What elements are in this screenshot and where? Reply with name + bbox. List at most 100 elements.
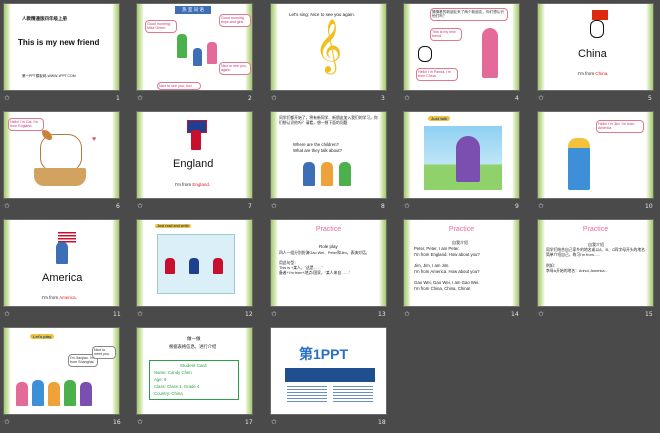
speech-bubble: Nice to see you, again. xyxy=(219,62,251,75)
kid-illustration xyxy=(80,382,92,406)
girl-illustration xyxy=(207,42,217,64)
slide-thumbnail-16[interactable]: Let's play I'm Jiaojiao. I'm from Shangh… xyxy=(3,327,120,415)
boy-illustration xyxy=(193,48,202,66)
slide-number: 8 xyxy=(381,203,385,210)
speech-bubble: This is my new friend. xyxy=(430,28,462,41)
slide-thumbnail-11[interactable]: America I'm from America. xyxy=(3,219,120,307)
vine-decoration xyxy=(245,220,252,306)
slide-number: 18 xyxy=(378,419,386,426)
slide-thumbnail-15[interactable]: Practice 自我介绍 同学们结合自己家乡的地名或以A、B、C四字母开头的地… xyxy=(537,219,654,307)
hair-illustration xyxy=(568,138,590,148)
slide-number: 1 xyxy=(116,95,120,102)
from-prefix: I'm from xyxy=(175,182,193,187)
slide-thumbnail-9[interactable]: Just talk xyxy=(403,111,520,199)
slide-thumbnail-18[interactable]: 第1PPT xyxy=(270,327,387,415)
from-place: America xyxy=(59,295,76,300)
speech-bubble: 猜猜看的新朋友来了两个新朋友，你们想认识他们吗？ xyxy=(430,8,508,21)
slide-intro: 同学们都开始了，将有新同学、新朋友加入我们的学习，你们想认识他吗？请看，想一想下… xyxy=(279,116,378,125)
question: What are they talk about? xyxy=(293,148,342,153)
star-icon[interactable]: ✩ xyxy=(4,418,10,426)
slide-thumbnail-12[interactable]: Just read and write xyxy=(136,219,253,307)
from-place: England xyxy=(192,182,209,187)
flag-icon xyxy=(592,10,608,20)
slide-thumbnail-13[interactable]: Practice Role play 四人一组分别扮演Gao Wei、Peter… xyxy=(270,219,387,307)
music-note-icon: 𝄞 xyxy=(315,19,343,71)
speech-bubble: Nice to see you, too! xyxy=(157,82,201,90)
from-line: I'm from England. xyxy=(175,182,210,188)
cat-illustration xyxy=(40,134,82,172)
star-icon[interactable]: ✩ xyxy=(404,202,410,210)
slide-title: This is my new friend xyxy=(18,38,100,47)
slide-thumbnail-6[interactable]: Hello! I'm Cat. I'm from England. ♥ xyxy=(3,111,120,199)
soldier-illustration xyxy=(191,130,201,150)
kid-illustration xyxy=(32,380,44,406)
boy-illustration xyxy=(321,162,333,186)
vine-decoration xyxy=(512,4,519,90)
speech-bubble: Good morning, Miss Green. xyxy=(145,20,177,33)
star-icon[interactable]: ✩ xyxy=(137,418,143,426)
vine-decoration xyxy=(646,4,653,90)
slide-number: 9 xyxy=(515,203,519,210)
star-icon[interactable]: ✩ xyxy=(404,310,410,318)
star-icon[interactable]: ✩ xyxy=(271,94,277,102)
star-icon[interactable]: ✩ xyxy=(538,202,544,210)
vine-decoration xyxy=(271,112,278,198)
slide-number: 17 xyxy=(245,419,253,426)
slide-thumbnail-3[interactable]: Let's sing: Nice to see you again. 𝄞 xyxy=(270,3,387,91)
practice-heading: Practice xyxy=(315,226,342,233)
star-icon[interactable]: ✩ xyxy=(404,94,410,102)
kid-illustration xyxy=(189,258,199,274)
vine-decoration xyxy=(137,220,144,306)
vine-decoration xyxy=(379,112,386,198)
slide-thumbnail-5[interactable]: China I'm from China. xyxy=(537,3,654,91)
practice-heading: Practice xyxy=(448,226,475,233)
slide-number: 10 xyxy=(645,203,653,210)
vine-decoration xyxy=(512,112,519,198)
speech-bubble: Hello! I'm Jim. I'm from America. xyxy=(596,120,644,133)
vine-decoration xyxy=(112,220,119,306)
kid-illustration xyxy=(213,258,223,274)
star-icon[interactable]: ✩ xyxy=(538,310,544,318)
slide-thumbnail-17[interactable]: 做一做 根据表格信息，进行介绍 Student Card Name: Candy… xyxy=(136,327,253,415)
slide-footer: 第一PPT模板网-WWW.1PPT.COM xyxy=(22,74,76,78)
star-icon[interactable]: ✩ xyxy=(4,202,10,210)
slide-thumbnail-14[interactable]: Practice 自我介绍 Peter, Peter, I am Peter. … xyxy=(403,219,520,307)
boy-illustration xyxy=(56,242,68,264)
slide-number: 14 xyxy=(511,311,519,318)
practice-line: 李母A开始的地名：Anhui, America... xyxy=(546,269,608,273)
practice-subhead: 自我介绍 xyxy=(588,242,604,247)
star-icon[interactable]: ✩ xyxy=(137,202,143,210)
slide-thumbnail-1[interactable]: 人教精通版四年级上册 This is my new friend 第一PPT模板… xyxy=(3,3,120,91)
slide-number: 12 xyxy=(245,311,253,318)
slide-number: 16 xyxy=(113,419,121,426)
star-icon[interactable]: ✩ xyxy=(137,310,143,318)
star-icon[interactable]: ✩ xyxy=(271,310,277,318)
panda-illustration xyxy=(418,46,432,62)
card-line: Class: Class 1, Grade 4 xyxy=(154,384,200,389)
slide-number: 7 xyxy=(248,203,252,210)
star-icon[interactable]: ✩ xyxy=(4,94,10,102)
chant-line: Peter, Peter, I am Peter. xyxy=(414,246,460,251)
from-prefix: I'm from xyxy=(578,71,596,76)
star-icon[interactable]: ✩ xyxy=(4,310,10,318)
slide-thumbnail-7[interactable]: England I'm from England. xyxy=(136,111,253,199)
from-place: China xyxy=(595,71,608,76)
vine-decoration xyxy=(404,112,411,198)
vine-decoration xyxy=(137,4,144,90)
slide-thumbnail-8[interactable]: 同学们都开始了，将有新同学、新朋友加入我们的学习，你们想认识他吗？请看，想一想下… xyxy=(270,111,387,199)
slide-thumbnail-2[interactable]: 热 室 词 语 Good morning, Miss Green. Good m… xyxy=(136,3,253,91)
section-label: Just read and write xyxy=(155,224,191,228)
slide-thumbnail-10[interactable]: Hello! I'm Jim. I'm from America. xyxy=(537,111,654,199)
star-icon[interactable]: ✩ xyxy=(271,202,277,210)
from-prefix: I'm from xyxy=(42,295,60,300)
star-icon[interactable]: ✩ xyxy=(137,94,143,102)
vine-decoration xyxy=(112,112,119,198)
practice-subhead: Role play xyxy=(319,244,338,249)
star-icon[interactable]: ✩ xyxy=(271,418,277,426)
star-icon[interactable]: ✩ xyxy=(538,94,544,102)
vine-decoration xyxy=(112,328,119,414)
vine-decoration xyxy=(379,4,386,90)
card-line: Country: China xyxy=(154,391,183,396)
slide-thumbnail-4[interactable]: 猜猜看的新朋友来了两个新朋友，你们想认识他们吗？ This is my new … xyxy=(403,3,520,91)
from-line: I'm from China. xyxy=(578,71,608,77)
